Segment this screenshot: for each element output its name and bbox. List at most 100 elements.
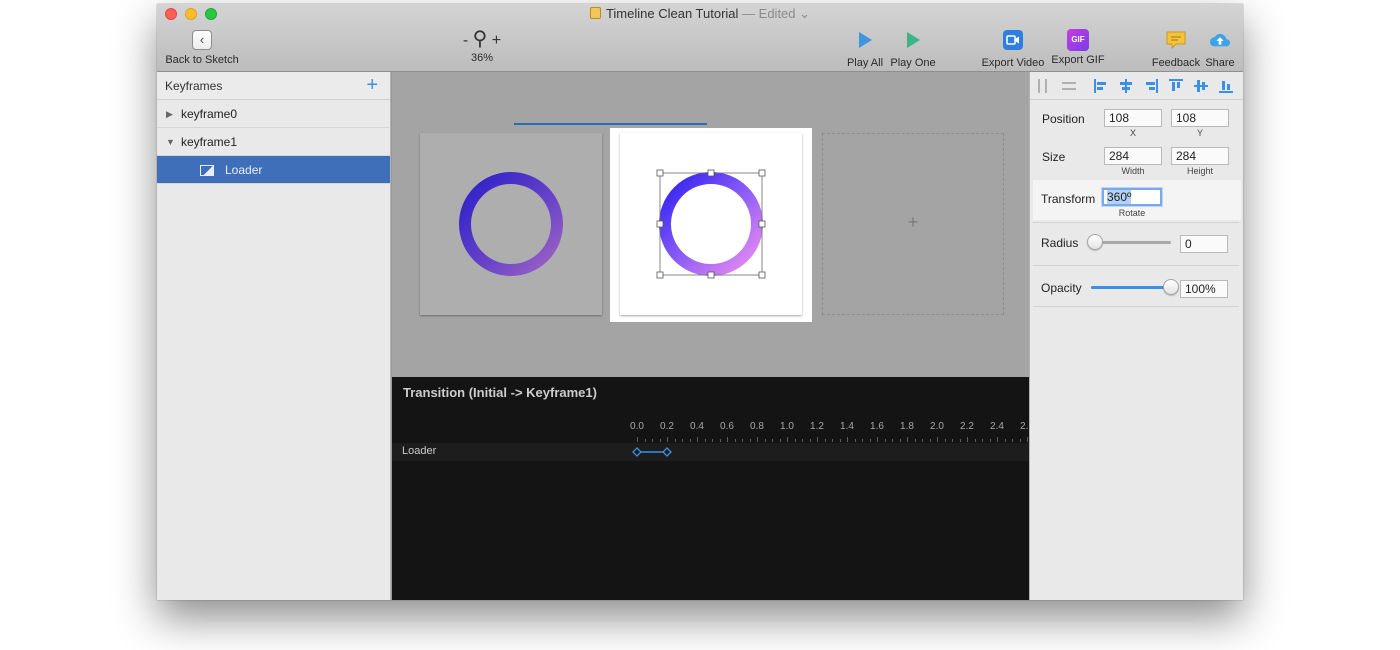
ruler-tick <box>772 439 773 442</box>
magnifier-icon[interactable]: ⚲ <box>473 28 488 50</box>
ruler-tick <box>959 439 961 442</box>
ruler-tick <box>674 439 676 442</box>
play-one-button[interactable]: Play One <box>890 29 936 69</box>
ruler-tick-label: 1.8 <box>900 421 914 432</box>
loader-ring-keyframe0 <box>459 172 563 276</box>
ruler-tick <box>749 439 751 442</box>
time-ruler[interactable]: 0.0 0.2 0.4 0.6 0.8 1.0 1.2 1.4 1.6 1.8 2.0 2.2 2.4 2… <box>629 421 1029 443</box>
radius-field[interactable]: 0 <box>1180 235 1228 253</box>
ruler-tick <box>907 437 908 442</box>
plus-icon: + <box>907 212 919 232</box>
ruler-tick <box>659 439 661 442</box>
radius-slider[interactable] <box>1091 241 1171 244</box>
ruler-tick-label: 2.4 <box>990 421 1004 432</box>
export-video-button[interactable]: Export Video <box>980 29 1046 69</box>
ruler-tick-label: 0.8 <box>750 421 764 432</box>
artboard-keyframe1[interactable] <box>620 133 802 315</box>
ruler-tick <box>862 439 863 442</box>
play-icon <box>859 32 872 48</box>
radius-slider-knob[interactable] <box>1087 234 1103 250</box>
speech-bubble-icon <box>1166 31 1186 50</box>
titlebar: Timeline Clean Tutorial — Edited ⌄ ‹ Bac… <box>157 4 1243 72</box>
inspector-lower: Transform 360º Rotate Radius 0 Opacity 1… <box>1029 72 1243 600</box>
zoom-level: 36% <box>470 52 494 64</box>
divider <box>1033 265 1239 266</box>
zoom-out-button[interactable]: - <box>463 32 468 49</box>
disclosure-triangle-right-icon[interactable]: ▶ <box>166 100 173 128</box>
ruler-tick <box>914 439 916 442</box>
ruler-tick <box>877 437 878 442</box>
ruler-tick <box>832 439 833 442</box>
rotate-field[interactable]: 360º <box>1102 188 1162 206</box>
play-icon <box>907 32 920 48</box>
ruler-tick <box>974 439 976 442</box>
ruler-tick <box>892 439 893 442</box>
feedback-button[interactable]: Feedback <box>1151 29 1201 69</box>
ruler-tick <box>689 439 691 442</box>
ruler-tick <box>937 437 938 442</box>
add-keyframe-placeholder[interactable]: + <box>822 133 1004 315</box>
share-button[interactable]: Share <box>1203 29 1237 69</box>
ruler-tick <box>802 439 803 442</box>
cloud-upload-icon <box>1209 33 1231 47</box>
layer-row-loader[interactable]: Loader <box>157 156 390 184</box>
ruler-tick <box>757 437 758 442</box>
ruler-tick <box>1004 439 1006 442</box>
ruler-tick <box>779 439 781 442</box>
track-row-loader[interactable]: Loader <box>392 443 1029 461</box>
ruler-tick-label: 0.4 <box>690 421 704 432</box>
ruler-tick <box>817 437 818 442</box>
ruler-tick <box>922 439 923 442</box>
canvas[interactable]: + <box>392 72 1029 377</box>
image-layer-icon <box>200 165 214 176</box>
ruler-tick <box>967 437 968 442</box>
keyframes-header: Keyframes + <box>157 72 390 100</box>
ruler-tick <box>682 439 683 442</box>
ruler-tick-label: 1.4 <box>840 421 854 432</box>
ruler-tick <box>667 437 668 442</box>
ruler-tick <box>929 439 931 442</box>
ruler-tick <box>982 439 983 442</box>
keyframe-diamond[interactable] <box>662 447 672 457</box>
ruler-tick <box>997 437 998 442</box>
ruler-tick <box>1012 439 1013 442</box>
opacity-field[interactable]: 100% <box>1180 280 1228 298</box>
keyframe-diamond[interactable] <box>632 447 642 457</box>
play-all-button[interactable]: Play All <box>845 29 885 69</box>
loader-ring-keyframe1 <box>656 169 766 279</box>
window-title: Timeline Clean Tutorial — Edited ⌄ <box>157 6 1243 22</box>
document-icon <box>589 7 601 19</box>
zoom-in-button[interactable]: + <box>492 32 501 49</box>
add-keyframe-button[interactable]: + <box>366 72 378 98</box>
ruler-tick <box>944 439 946 442</box>
ruler-tick <box>809 439 811 442</box>
ruler-tick <box>712 439 713 442</box>
app-window: Timeline Clean Tutorial — Edited ⌄ ‹ Bac… <box>157 4 1243 600</box>
ruler-tick <box>719 439 721 442</box>
video-camera-icon <box>1003 30 1023 50</box>
keyframe-row-keyframe0[interactable]: ▶ keyframe0 <box>157 100 390 128</box>
back-to-sketch-button[interactable]: ‹ Back to Sketch <box>165 30 239 66</box>
opacity-slider-knob[interactable] <box>1163 279 1179 295</box>
keyframe-track <box>632 447 672 457</box>
keyframe-row-keyframe1[interactable]: ▼ keyframe1 <box>157 128 390 156</box>
timeline-panel: Transition (Initial -> Keyframe1) 0.0 0.2… <box>392 377 1029 600</box>
ruler-tick <box>854 439 856 442</box>
ruler-tick <box>734 439 736 442</box>
export-gif-button[interactable]: GIF Export GIF <box>1050 29 1106 66</box>
opacity-slider-fill <box>1091 286 1171 289</box>
divider <box>1033 222 1239 223</box>
disclosure-triangle-down-icon[interactable]: ▼ <box>166 128 175 156</box>
keyframes-sidebar: Keyframes + ▶ keyframe0 ▼ keyframe1 Load… <box>157 72 391 600</box>
ruler-tick <box>1027 437 1028 442</box>
ruler-tick-label: 1.2 <box>810 421 824 432</box>
ruler-tick <box>952 439 953 442</box>
ruler-tick <box>884 439 886 442</box>
edited-indicator[interactable]: — Edited ⌄ <box>742 6 810 21</box>
chevron-left-icon: ‹ <box>192 30 212 50</box>
ruler-tick <box>764 439 766 442</box>
ruler-tick <box>869 439 871 442</box>
ruler-tick <box>794 439 796 442</box>
artboard-keyframe0[interactable] <box>420 133 602 315</box>
divider <box>1033 306 1239 307</box>
